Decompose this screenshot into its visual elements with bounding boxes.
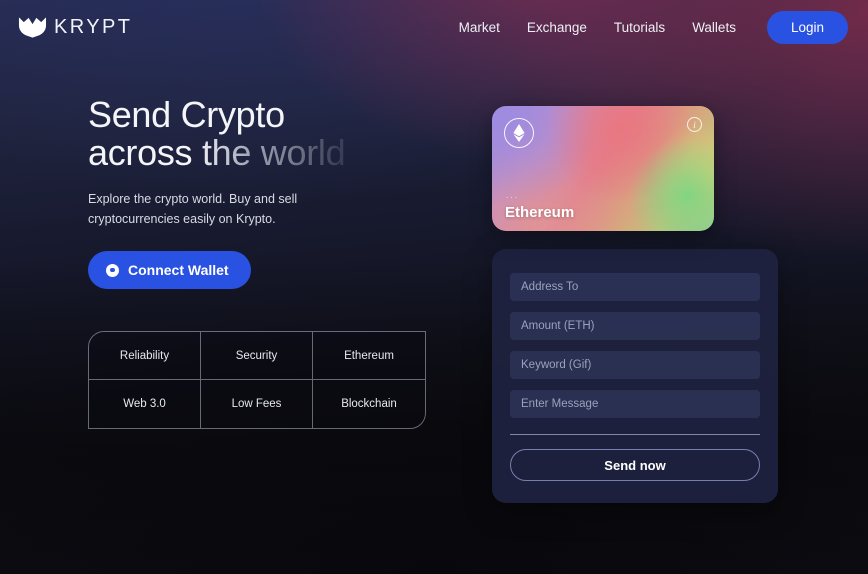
keyword-gif-input[interactable] <box>510 351 760 379</box>
feature-cell-ethereum: Ethereum <box>313 332 425 381</box>
connect-wallet-label: Connect Wallet <box>128 262 229 279</box>
connect-wallet-button[interactable]: Connect Wallet <box>88 251 251 290</box>
hero-title-line1: Send Crypto <box>88 94 285 135</box>
krypt-bat-logo-icon <box>18 17 47 38</box>
info-circle-icon[interactable]: i <box>687 117 702 132</box>
brand-logo[interactable]: KRYPT <box>18 16 132 39</box>
main-content: Send Crypto across the world Explore the… <box>0 54 868 503</box>
nav-links: Market Exchange Tutorials Wallets Login <box>459 10 848 44</box>
amount-eth-input[interactable] <box>510 312 760 340</box>
hero-subtitle: Explore the crypto world. Buy and sell c… <box>88 192 298 226</box>
transaction-section: i ... Ethereum Send now <box>470 96 868 503</box>
wallet-dot-icon <box>106 263 119 277</box>
brand-name: KRYPT <box>54 15 133 38</box>
feature-grid: Reliability Security Ethereum Web 3.0 Lo… <box>88 331 426 430</box>
hero-title: Send Crypto across the world <box>88 94 470 172</box>
page-root: KRYPT Market Exchange Tutorials Wallets … <box>0 0 868 574</box>
form-divider <box>510 434 760 435</box>
feature-cell-lowfees: Low Fees <box>201 380 313 429</box>
send-now-button[interactable]: Send now <box>510 449 760 481</box>
nav-link-tutorials[interactable]: Tutorials <box>614 20 665 35</box>
nav-link-market[interactable]: Market <box>459 20 500 35</box>
navbar: KRYPT Market Exchange Tutorials Wallets … <box>0 0 868 54</box>
send-form-panel: Send now <box>492 249 778 503</box>
nav-link-exchange[interactable]: Exchange <box>527 20 587 35</box>
feature-cell-reliability: Reliability <box>89 332 201 381</box>
address-to-input[interactable] <box>510 273 760 301</box>
hero-title-line2: across the world <box>88 134 470 172</box>
message-input[interactable] <box>510 390 760 418</box>
ethereum-network-name: Ethereum <box>505 204 575 221</box>
ethereum-glyph-icon <box>513 124 525 142</box>
hero-section: Send Crypto across the world Explore the… <box>0 94 470 503</box>
nav-link-wallets[interactable]: Wallets <box>692 20 736 35</box>
hero-title-gradient: the world <box>201 132 346 174</box>
ethereum-card[interactable]: i ... Ethereum <box>492 106 714 231</box>
feature-cell-security: Security <box>201 332 313 381</box>
feature-cell-web30: Web 3.0 <box>89 380 201 429</box>
hero-title-plain: across <box>88 132 202 174</box>
ethereum-card-footer: ... Ethereum <box>505 193 574 221</box>
login-button[interactable]: Login <box>766 10 848 44</box>
ethereum-diamond-icon <box>504 118 534 148</box>
ethereum-address: ... <box>505 193 519 201</box>
feature-cell-blockchain: Blockchain <box>313 380 425 429</box>
